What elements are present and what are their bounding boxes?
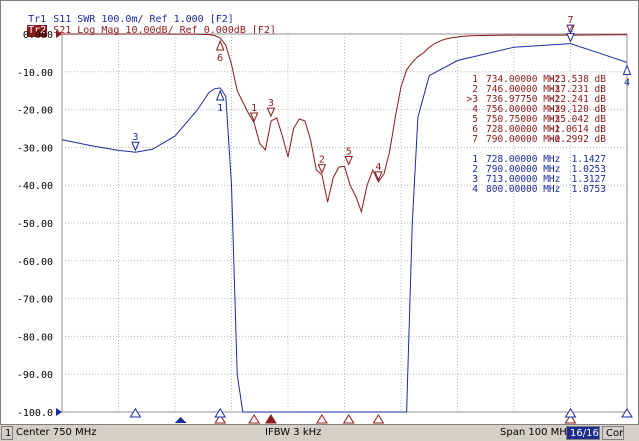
- s21-marker-icon: [249, 112, 259, 123]
- s11-marker-row-value: 1.0753: [572, 184, 606, 195]
- s11-marker-label: 2: [567, 24, 573, 35]
- reference-arrow-icon: [56, 408, 62, 416]
- reference-arrow-icon: [56, 30, 62, 38]
- resize-grip-icon: [626, 426, 638, 440]
- y-tick-label: -50.00: [17, 219, 53, 230]
- s11-marker-label: 3: [132, 132, 138, 143]
- y-tick-label: -40.00: [17, 181, 53, 192]
- s21-marker-icon: [344, 155, 354, 166]
- ifbw-setting[interactable]: IFBW 3 kHz: [265, 426, 321, 440]
- y-tick-label: -90.00: [17, 370, 53, 381]
- s21-marker-label: 5: [346, 146, 352, 157]
- s11-marker-position-icon: [621, 408, 633, 418]
- s21-marker-row-value: -0.2992 dB: [549, 134, 606, 145]
- s21-marker-label: 6: [217, 53, 223, 64]
- s21-marker-icon: [266, 107, 276, 118]
- s11-marker-row-frequency: 800.00000 MHz: [486, 184, 560, 195]
- y-tick-label: -100.0: [17, 408, 53, 419]
- status-bar: 1 Center 750 MHz IFBW 3 kHz Span 100 MHz…: [0, 424, 639, 441]
- span-setting[interactable]: Span 100 MHz: [500, 426, 572, 440]
- s11-marker-row-id: 4: [472, 184, 478, 195]
- s11-marker-position-icon: [214, 408, 227, 418]
- analyzer-display: Tr1 S11 SWR 100.0m/ Ref 1.000 [F2] Tr2 S…: [0, 0, 639, 440]
- y-tick-label: 0.000: [23, 30, 53, 41]
- s11-marker-icon: [566, 33, 575, 43]
- s21-marker-row-id: 7: [472, 134, 478, 145]
- center-frequency[interactable]: Center 750 MHz: [16, 426, 97, 440]
- y-tick-label: -10.00: [17, 68, 53, 79]
- s21-marker-position-icon: [265, 414, 277, 424]
- stimulus-marker-icon: [174, 417, 187, 423]
- s21-marker-label: 1: [251, 103, 257, 114]
- y-tick-label: -20.00: [17, 106, 53, 117]
- s11-marker-icon: [622, 64, 632, 75]
- s21-marker-icon: [317, 164, 327, 174]
- measurement-chart[interactable]: 0.000 -10.00 -20.00 -30.00 -40.00 -50.00 -60.0…: [1, 1, 639, 425]
- y-tick-label: -30.00: [17, 143, 53, 154]
- sweep-average-count[interactable]: 16/16: [566, 426, 600, 440]
- s11-marker-icon: [131, 141, 140, 152]
- s21-marker-position-icon: [372, 414, 385, 424]
- y-tick-label: -70.00: [17, 295, 53, 306]
- s11-marker-label: 1: [217, 103, 223, 114]
- y-tick-label: -80.00: [17, 332, 53, 343]
- s21-marker-position-icon: [248, 414, 261, 424]
- correction-indicator[interactable]: Cor: [602, 426, 624, 440]
- s11-marker-label: 4: [624, 77, 630, 88]
- s21-marker-position-icon: [342, 414, 355, 424]
- s11-marker-position-icon: [129, 408, 142, 418]
- y-tick-label: -60.00: [17, 257, 53, 268]
- s21-marker-label: 3: [268, 98, 274, 109]
- s21-marker-icon: [215, 39, 225, 51]
- s11-marker-position-icon: [564, 408, 577, 418]
- s21-marker-label: 4: [375, 162, 381, 173]
- s21-marker-position-icon: [315, 414, 328, 424]
- s21-marker-label: 2: [319, 155, 325, 166]
- channel-indicator[interactable]: 1: [1, 426, 13, 440]
